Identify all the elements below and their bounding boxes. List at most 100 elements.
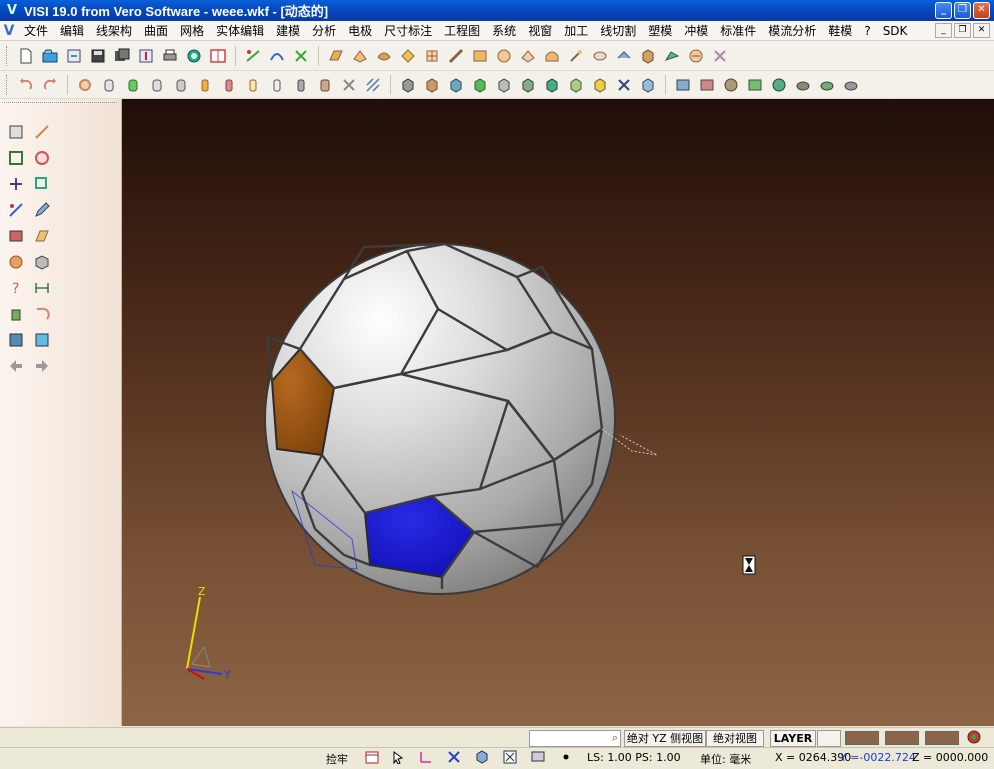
solid-4-icon[interactable] (470, 75, 490, 95)
surface-15-icon[interactable] (686, 46, 706, 66)
solid-3-icon[interactable] (446, 75, 466, 95)
color-swatch-1[interactable] (845, 731, 879, 745)
view-8-icon[interactable] (841, 75, 861, 95)
circle-measure-icon[interactable] (31, 147, 53, 169)
save-icon[interactable] (88, 46, 108, 66)
cross-snap-icon[interactable] (446, 750, 462, 766)
minimize-button[interactable]: _ (935, 2, 952, 19)
box-select-icon[interactable] (5, 147, 27, 169)
menu-standard-parts[interactable]: 标准件 (714, 22, 762, 39)
surface-16-icon[interactable] (710, 46, 730, 66)
color-swatch-3[interactable] (925, 731, 959, 745)
hatch-icon[interactable] (363, 75, 383, 95)
menu-analysis[interactable]: 分析 (306, 22, 342, 39)
solid-box-icon[interactable] (638, 46, 658, 66)
cube-icon[interactable] (31, 251, 53, 273)
surface-1-icon[interactable] (326, 46, 346, 66)
command-search-input[interactable]: ⌕ (529, 730, 621, 747)
cut-icon[interactable] (339, 75, 359, 95)
snap-label[interactable]: 捡牢 (326, 751, 348, 767)
surface-3-icon[interactable] (374, 46, 394, 66)
surface-13-icon[interactable] (614, 46, 634, 66)
solid-8-icon[interactable] (566, 75, 586, 95)
surface-5-icon[interactable] (422, 46, 442, 66)
cylinder-6-icon[interactable] (219, 75, 239, 95)
render-ball-icon[interactable] (966, 730, 982, 746)
surface-9-icon[interactable] (518, 46, 538, 66)
undo-left-icon[interactable] (31, 303, 53, 325)
sheet-icon[interactable] (31, 225, 53, 247)
rotate-icon[interactable] (75, 75, 95, 95)
layout-icon[interactable] (208, 46, 228, 66)
redo-icon[interactable] (40, 75, 60, 95)
surface-8-icon[interactable] (494, 46, 514, 66)
surface-4-icon[interactable] (398, 46, 418, 66)
menu-press-die[interactable]: 冲模 (678, 22, 714, 39)
soccer-ball-model[interactable] (264, 242, 658, 595)
menu-solid-edit[interactable]: 实体编辑 (210, 22, 270, 39)
mirror-icon[interactable] (5, 199, 27, 221)
surface-10-icon[interactable] (542, 46, 562, 66)
undo-icon[interactable] (16, 75, 36, 95)
panel-grip[interactable] (2, 102, 117, 103)
surface-2-icon[interactable] (350, 46, 370, 66)
cylinder-2-icon[interactable] (123, 75, 143, 95)
solid-6-icon[interactable] (518, 75, 538, 95)
doc-close-button[interactable]: ✕ (973, 23, 990, 38)
dot-marker-icon[interactable] (558, 750, 574, 766)
menu-electrode[interactable]: 电极 (342, 22, 378, 39)
new-file-icon[interactable] (16, 46, 36, 66)
cylinder-1-icon[interactable] (99, 75, 119, 95)
cylinder-8-icon[interactable] (267, 75, 287, 95)
absolute-view-button[interactable]: 绝对视图 (706, 730, 764, 747)
import-icon[interactable] (64, 46, 84, 66)
menu-view[interactable]: 视窗 (522, 22, 558, 39)
layer-button[interactable]: LAYER (770, 730, 816, 747)
menu-modeling[interactable]: 建模 (270, 22, 306, 39)
preview-icon[interactable] (184, 46, 204, 66)
wire-tool-3-icon[interactable] (291, 46, 311, 66)
pointer-icon[interactable] (390, 750, 406, 766)
menu-drawing[interactable]: 工程图 (438, 22, 486, 39)
forward-arrow-icon[interactable] (31, 355, 53, 377)
solid-9-icon[interactable] (590, 75, 610, 95)
menu-file[interactable]: 文件 (18, 22, 54, 39)
menu-flow-analysis[interactable]: 模流分析 (762, 22, 822, 39)
view-2-icon[interactable] (697, 75, 717, 95)
cylinder-3-icon[interactable] (147, 75, 167, 95)
print-icon[interactable] (160, 46, 180, 66)
select-icon[interactable] (5, 121, 27, 143)
dimension-icon[interactable] (31, 277, 53, 299)
tree-icon[interactable] (5, 329, 27, 351)
doc-logo-icon[interactable]: V (0, 23, 18, 39)
view-4-icon[interactable] (745, 75, 765, 95)
menu-plastic-mold[interactable]: 塑模 (642, 22, 678, 39)
menu-surface[interactable]: 曲面 (138, 22, 174, 39)
yz-view-button[interactable]: 绝对 YZ 侧视图 (624, 730, 706, 747)
menu-wire-cut[interactable]: 线切割 (594, 22, 642, 39)
cylinder-4-icon[interactable] (171, 75, 191, 95)
surface-6-icon[interactable] (446, 46, 466, 66)
pencil-icon[interactable] (31, 199, 53, 221)
solid-7-icon[interactable] (542, 75, 562, 95)
rotate-view-icon[interactable] (5, 251, 27, 273)
cube-view-icon[interactable] (474, 750, 490, 766)
solid-5-icon[interactable] (494, 75, 514, 95)
solid-1-icon[interactable] (398, 75, 418, 95)
image-icon[interactable] (31, 329, 53, 351)
monitor-icon[interactable] (530, 750, 546, 766)
export-icon[interactable] (136, 46, 156, 66)
solid-11-icon[interactable] (638, 75, 658, 95)
menu-mesh[interactable]: 网格 (174, 22, 210, 39)
layer-extra-box[interactable] (817, 730, 841, 747)
cylinder-10-icon[interactable] (315, 75, 335, 95)
calendar-icon[interactable] (364, 750, 380, 766)
help-icon[interactable]: ? (5, 277, 27, 299)
move-icon[interactable] (5, 173, 27, 195)
cylinder-7-icon[interactable] (243, 75, 263, 95)
toolbar-grip[interactable] (6, 74, 10, 95)
layer-icon[interactable] (5, 225, 27, 247)
menu-edit[interactable]: 编辑 (54, 22, 90, 39)
cylinder-9-icon[interactable] (291, 75, 311, 95)
link-icon[interactable] (31, 121, 53, 143)
